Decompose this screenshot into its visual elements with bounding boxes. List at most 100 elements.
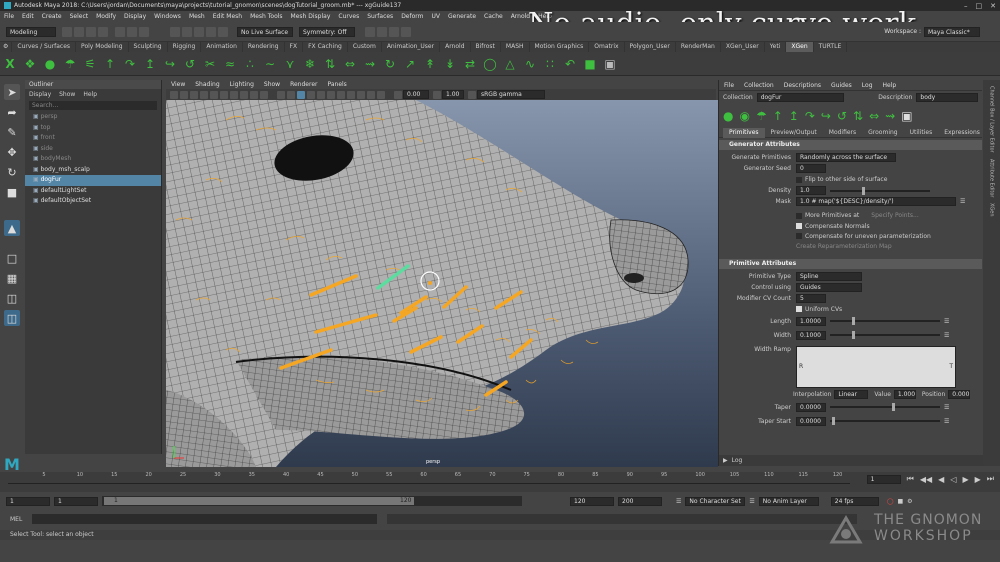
width-guide-icon[interactable]: ⇔ (342, 56, 358, 72)
shelf-tab-curves-surfaces[interactable]: Curves / Surfaces (12, 42, 77, 52)
cut-guide-icon[interactable]: ✂ (202, 56, 218, 72)
outliner-item[interactable]: ▣ top (25, 123, 161, 134)
ramp-value-field[interactable]: 1.000 (893, 389, 916, 399)
sculpt-guide-icon[interactable]: ● (42, 56, 58, 72)
viewport-menu-view[interactable]: View (166, 81, 190, 88)
outliner-item[interactable]: ▣ defaultLightSet (25, 186, 161, 197)
outliner-item[interactable]: ▣ side (25, 144, 161, 155)
length-guide-icon[interactable]: ↥ (142, 56, 158, 72)
modifier-cv-count-field[interactable]: 5 (796, 294, 826, 303)
range-slider[interactable]: 1 120 (102, 496, 522, 506)
playback-start-field[interactable]: 1 (54, 496, 98, 506)
shelf-settings-icon[interactable]: ⚙ (0, 42, 13, 52)
safe-action-icon[interactable] (250, 90, 258, 99)
go-to-end-icon[interactable]: ⏭ (987, 474, 994, 484)
menu-select[interactable]: Select (66, 13, 93, 20)
shelf-tab-rendering[interactable]: Rendering (243, 42, 285, 52)
xgen-editor-icon[interactable]: X (2, 56, 18, 72)
shelf-tab-motion-graphics[interactable]: Motion Graphics (530, 42, 590, 52)
guide-preview-icon[interactable]: ▣ (602, 56, 618, 72)
snap-grid-icon[interactable] (170, 26, 180, 37)
outliner-item[interactable]: ▣ body_msh_scalp (25, 165, 161, 176)
loop-icon[interactable]: ◯ (887, 498, 894, 505)
guide-tool-6-icon[interactable]: ⇅ (853, 109, 863, 123)
density-brush-icon[interactable]: ☂ (62, 56, 78, 72)
time-slider[interactable]: 5 10 15 20 25 30 35 40 45 50 55 60 65 70 75 80 85 90 95 100… (0, 472, 1000, 492)
redo-icon[interactable] (98, 26, 108, 37)
width-expression-icon[interactable]: ☰ (944, 332, 949, 339)
last-tool-icon[interactable]: ▲ (4, 220, 20, 236)
field-chart-icon[interactable] (240, 90, 248, 99)
xgen-tab-preview-output[interactable]: Preview/Output (765, 128, 823, 138)
xgen-menu-file[interactable]: File (719, 82, 739, 89)
select-hierarchy-icon[interactable] (115, 26, 125, 37)
menu-file[interactable]: File (0, 13, 18, 20)
mel-input[interactable] (32, 514, 378, 524)
menu-mesh-display[interactable]: Mesh Display (287, 13, 335, 20)
camera-attributes-icon[interactable] (170, 90, 178, 99)
guide-tool-8-icon[interactable]: ⇝ (885, 109, 895, 123)
scale-tool-icon[interactable]: ■ (4, 184, 20, 200)
freeze-guide-icon[interactable]: ❄ (302, 56, 318, 72)
color-management-icon[interactable] (468, 90, 476, 99)
four-pane-layout-icon[interactable]: ▦ (4, 270, 20, 286)
width-field[interactable]: 0.1000 (796, 330, 826, 340)
mask-expression-field[interactable]: 1.0 # map('${DESC}/density/') (796, 197, 956, 206)
menu-generate[interactable]: Generate (444, 13, 480, 20)
bookmark-icon[interactable] (180, 90, 188, 99)
save-icon[interactable] (74, 26, 84, 37)
create-reparam-map-button[interactable]: Create Reparameterization Map (796, 243, 892, 250)
end-time-field[interactable]: 200 (618, 496, 662, 506)
shelf-tab-custom[interactable]: Custom (348, 42, 382, 52)
shelf-tab-bifrost[interactable]: Bifrost (471, 42, 501, 52)
outliner-item[interactable]: ▣ bodyMesh (25, 154, 161, 165)
snap-curve-icon[interactable] (182, 26, 192, 37)
taper-expression-icon[interactable]: ☰ (944, 404, 949, 411)
lights-icon[interactable] (317, 90, 325, 99)
generator-attributes-header[interactable]: Generator Attributes (719, 140, 982, 150)
guide-mirror-icon[interactable]: ⇄ (462, 56, 478, 72)
shelf-tab-arnold[interactable]: Arnold (440, 42, 471, 52)
comb-guide-icon[interactable]: ↷ (122, 56, 138, 72)
taper-start-slider[interactable] (830, 417, 940, 425)
split-layout-icon[interactable]: ◫ (4, 310, 20, 326)
select-tool-icon[interactable]: ➤ (4, 84, 20, 100)
ambient-occlusion-icon[interactable] (337, 90, 345, 99)
shadows-icon[interactable] (327, 90, 335, 99)
menu-edit[interactable]: Edit (18, 13, 38, 20)
play-forward-icon[interactable]: ▶ (962, 475, 968, 484)
noise-guide-icon[interactable]: ≈ (222, 56, 238, 72)
compensate-uneven-checkbox[interactable] (796, 233, 802, 239)
film-gate-icon[interactable] (210, 90, 218, 99)
guide-tube-icon[interactable]: ◯ (482, 56, 498, 72)
outliner-item[interactable]: ▣ dogFur (25, 175, 161, 186)
taper-start-expression-icon[interactable]: ☰ (944, 418, 949, 425)
isolate-select-icon[interactable] (367, 90, 375, 99)
xgen-menu-descriptions[interactable]: Descriptions (779, 82, 826, 89)
menu-mesh-tools[interactable]: Mesh Tools (246, 13, 286, 20)
length-field[interactable]: 1.0000 (796, 316, 826, 326)
render-settings-icon[interactable] (389, 26, 399, 37)
menu-deform[interactable]: Deform (397, 13, 427, 20)
gamma-field[interactable]: 1.00 (442, 90, 464, 99)
guide-tool-1-icon[interactable]: ↑ (773, 109, 783, 123)
shelf-tab-polygon-user[interactable]: Polygon_User (625, 42, 676, 52)
xgen-tab-expressions[interactable]: Expressions (938, 128, 986, 138)
playback-end-field[interactable]: 120 (570, 496, 614, 506)
folder-icon[interactable] (62, 26, 72, 37)
outliner-item[interactable]: ▣ front (25, 133, 161, 144)
color-space-selector[interactable]: sRGB gamma (477, 90, 545, 99)
shelf-tab-mash[interactable]: MASH (501, 42, 530, 52)
guide-tool-2-icon[interactable]: ↥ (789, 109, 799, 123)
guide-tool-5-icon[interactable]: ↺ (837, 109, 847, 123)
xgen-menu-guides[interactable]: Guides (826, 82, 857, 89)
taper-start-field[interactable]: 0.0000 (796, 416, 826, 426)
xgen-menu-collection[interactable]: Collection (739, 82, 779, 89)
outliner-menu-display[interactable]: Display (29, 91, 51, 98)
auto-key-icon[interactable]: ■ (898, 498, 904, 505)
undo-icon[interactable] (86, 26, 96, 37)
menu-cache[interactable]: Cache (480, 13, 507, 20)
minimize-icon[interactable]: – (964, 2, 968, 10)
log-section[interactable]: ▶ Log (719, 455, 983, 466)
outliner-menu-show[interactable]: Show (59, 91, 75, 98)
